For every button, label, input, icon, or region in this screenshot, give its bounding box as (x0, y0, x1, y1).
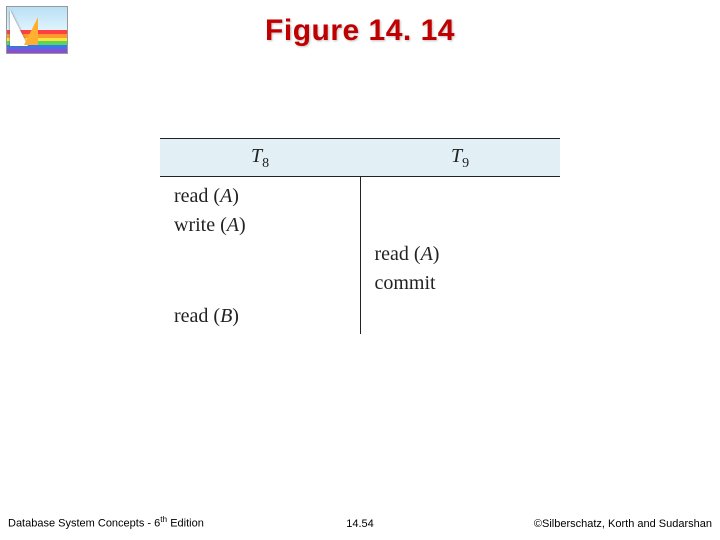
table-row: read (A) (160, 181, 560, 210)
t9-op (360, 301, 560, 330)
col-header-t8: T8 (160, 139, 360, 177)
t8-op (160, 268, 360, 297)
t8-op: read (B) (160, 301, 360, 330)
schedule-figure: T8 T9 read (A) write (A) (160, 138, 560, 334)
t9-op (360, 210, 560, 239)
table-row: read (B) (160, 301, 560, 330)
table-row: read (A) (160, 239, 560, 268)
slide-title: Figure 14. 14 (0, 14, 720, 48)
slide: Figure 14. 14 T8 T9 read (A) (0, 0, 720, 540)
footer-copyright: ©Silberschatz, Korth and Sudarshan (534, 518, 712, 530)
col-header-t9: T9 (360, 139, 560, 177)
footer-page-number: 14.54 (346, 518, 374, 530)
table-row: write (A) (160, 210, 560, 239)
schedule-table: T8 T9 read (A) write (A) (160, 138, 560, 334)
t9-op: read (A) (360, 239, 560, 268)
t9-op (360, 181, 560, 210)
t8-op: read (A) (160, 181, 360, 210)
t8-op (160, 239, 360, 268)
table-row: commit (160, 268, 560, 297)
t8-op: write (A) (160, 210, 360, 239)
t9-op: commit (360, 268, 560, 297)
footer-left: Database System Concepts - 6th Edition (8, 515, 204, 530)
